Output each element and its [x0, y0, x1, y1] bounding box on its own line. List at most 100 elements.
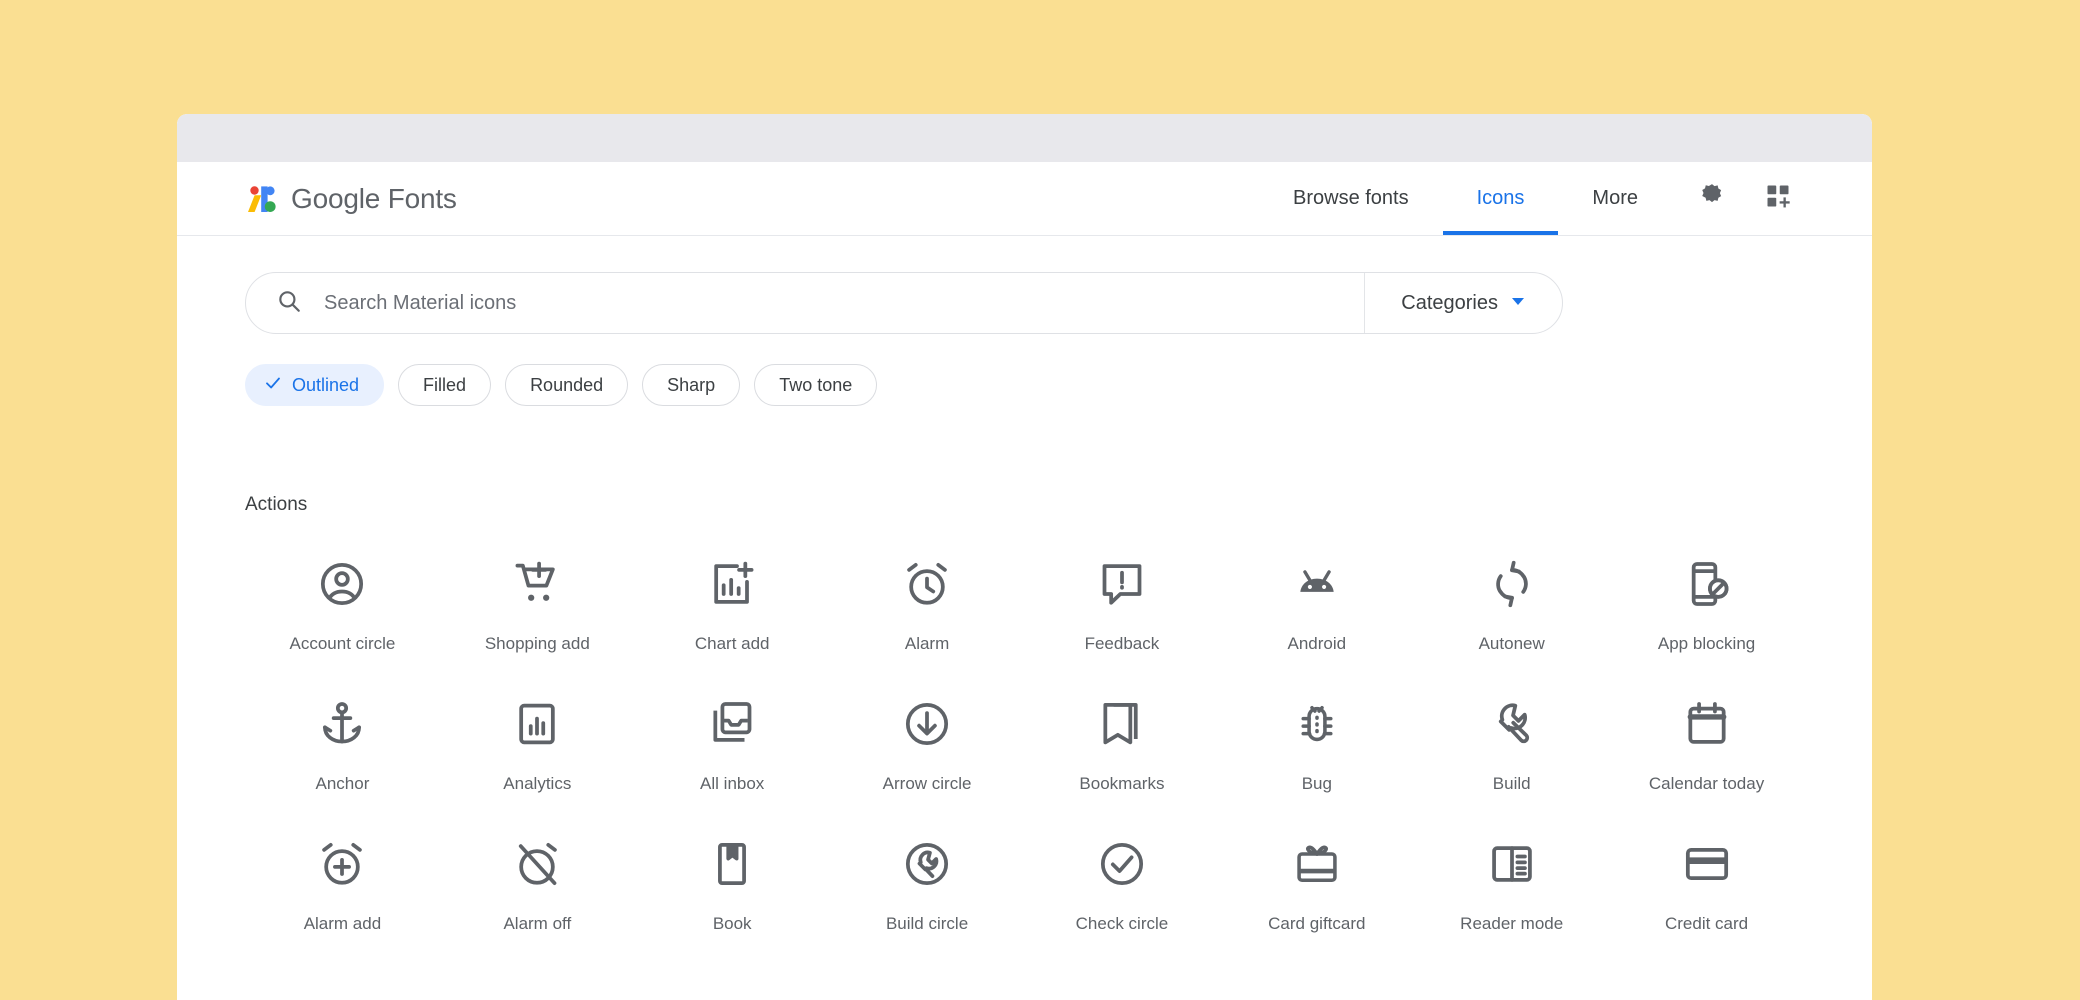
brand-word-fonts: Fonts [388, 183, 457, 214]
icon-label: Analytics [503, 774, 571, 794]
icon-cell[interactable]: Account circle [245, 556, 440, 654]
icon-cell[interactable]: All inbox [635, 696, 830, 794]
analytics-icon [509, 696, 565, 752]
search-bar: Categories [245, 272, 1563, 334]
icon-label: All inbox [700, 774, 764, 794]
icon-label: Credit card [1665, 914, 1748, 934]
categories-dropdown-button[interactable]: Categories [1364, 273, 1562, 333]
alarm-icon [899, 556, 955, 612]
icon-cell[interactable]: Arrow circle [830, 696, 1025, 794]
chip-label: Two tone [779, 375, 852, 396]
icon-label: Shopping add [485, 634, 590, 654]
icon-cell[interactable]: Analytics [440, 696, 635, 794]
style-filter-chips: Outlined Filled Rounded Sharp Two tone [177, 364, 1872, 406]
icon-grid: Account circle Shopping add [177, 556, 1872, 934]
icon-cell[interactable]: Anchor [245, 696, 440, 794]
book-icon [704, 836, 760, 892]
icon-label: Check circle [1076, 914, 1169, 934]
credit-card-icon [1679, 836, 1735, 892]
icon-label: Chart add [695, 634, 770, 654]
browser-title-bar [177, 114, 1872, 162]
section-title-actions: Actions [177, 494, 1872, 516]
icon-label: Alarm off [503, 914, 571, 934]
brand-title: Google Fonts [291, 183, 457, 215]
icon-cell[interactable]: Chart add [635, 556, 830, 654]
chip-two-tone[interactable]: Two tone [754, 364, 877, 406]
icon-label: Feedback [1085, 634, 1160, 654]
autonew-icon [1484, 556, 1540, 612]
arrow-circle-down-icon [899, 696, 955, 752]
icon-label: Card giftcard [1268, 914, 1365, 934]
icon-cell[interactable]: Android [1219, 556, 1414, 654]
brand[interactable]: Google Fonts [245, 182, 457, 216]
chip-filled[interactable]: Filled [398, 364, 491, 406]
android-icon [1289, 556, 1345, 612]
icon-label: Reader mode [1460, 914, 1563, 934]
icon-cell[interactable]: Alarm off [440, 836, 635, 934]
alarm-add-icon [314, 836, 370, 892]
build-icon [1484, 696, 1540, 752]
build-circle-icon [899, 836, 955, 892]
icon-cell[interactable]: Book [635, 836, 830, 934]
icon-cell[interactable]: Card giftcard [1219, 836, 1414, 934]
chip-outlined[interactable]: Outlined [245, 364, 384, 406]
icon-cell[interactable]: Check circle [1025, 836, 1220, 934]
icon-cell[interactable]: Build circle [830, 836, 1025, 934]
icon-label: Book [713, 914, 752, 934]
calendar-today-icon [1679, 696, 1735, 752]
search-input[interactable] [324, 292, 1364, 315]
icon-cell[interactable]: Shopping add [440, 556, 635, 654]
brand-word-google: Google [291, 183, 380, 214]
nav-item-icons[interactable]: Icons [1443, 162, 1559, 235]
icon-cell[interactable]: Reader mode [1414, 836, 1609, 934]
main-nav: Browse fonts Icons More [1259, 162, 1804, 235]
icon-label: Build circle [886, 914, 968, 934]
search-field-wrap[interactable] [246, 273, 1364, 333]
check-icon [264, 374, 282, 397]
chart-add-icon [704, 556, 760, 612]
feedback-icon [1094, 556, 1150, 612]
icon-label: Build [1493, 774, 1531, 794]
icon-label: Android [1288, 634, 1347, 654]
dark-mode-toggle-button[interactable] [1686, 173, 1738, 225]
search-row: Categories [177, 272, 1872, 334]
icon-label: Alarm add [304, 914, 381, 934]
chip-label: Outlined [292, 375, 359, 396]
bug-report-icon [1289, 696, 1345, 752]
brightness-dark-mode-icon [1697, 181, 1727, 216]
nav-item-browse-fonts[interactable]: Browse fonts [1259, 162, 1443, 235]
icon-label: Arrow circle [883, 774, 972, 794]
categories-label: Categories [1401, 292, 1498, 315]
icon-cell[interactable]: Alarm [830, 556, 1025, 654]
apps-add-icon [1764, 182, 1792, 215]
chip-label: Filled [423, 375, 466, 396]
icon-label: Bug [1302, 774, 1332, 794]
bookmarks-icon [1094, 696, 1150, 752]
icon-cell[interactable]: Bookmarks [1025, 696, 1220, 794]
icon-cell[interactable]: Alarm add [245, 836, 440, 934]
nav-item-more[interactable]: More [1558, 162, 1672, 235]
site-header: Google Fonts Browse fonts Icons More [177, 162, 1872, 236]
icon-label: Bookmarks [1079, 774, 1164, 794]
icon-cell[interactable]: Autonew [1414, 556, 1609, 654]
alarm-off-icon [509, 836, 565, 892]
icon-cell[interactable]: Build [1414, 696, 1609, 794]
icon-cell[interactable]: Calendar today [1609, 696, 1804, 794]
icon-cell[interactable]: App blocking [1609, 556, 1804, 654]
anchor-icon [314, 696, 370, 752]
browser-window: Google Fonts Browse fonts Icons More [177, 114, 1872, 1000]
chip-rounded[interactable]: Rounded [505, 364, 628, 406]
icon-label: Calendar today [1649, 774, 1764, 794]
icon-label: Anchor [316, 774, 370, 794]
icon-cell[interactable]: Feedback [1025, 556, 1220, 654]
apps-add-button[interactable] [1752, 173, 1804, 225]
card-giftcard-icon [1289, 836, 1345, 892]
icon-cell[interactable]: Bug [1219, 696, 1414, 794]
chip-sharp[interactable]: Sharp [642, 364, 740, 406]
icon-label: Autonew [1479, 634, 1545, 654]
app-blocking-icon [1679, 556, 1735, 612]
icon-label: App blocking [1658, 634, 1755, 654]
icon-label: Alarm [905, 634, 949, 654]
shopping-add-icon [509, 556, 565, 612]
icon-cell[interactable]: Credit card [1609, 836, 1804, 934]
